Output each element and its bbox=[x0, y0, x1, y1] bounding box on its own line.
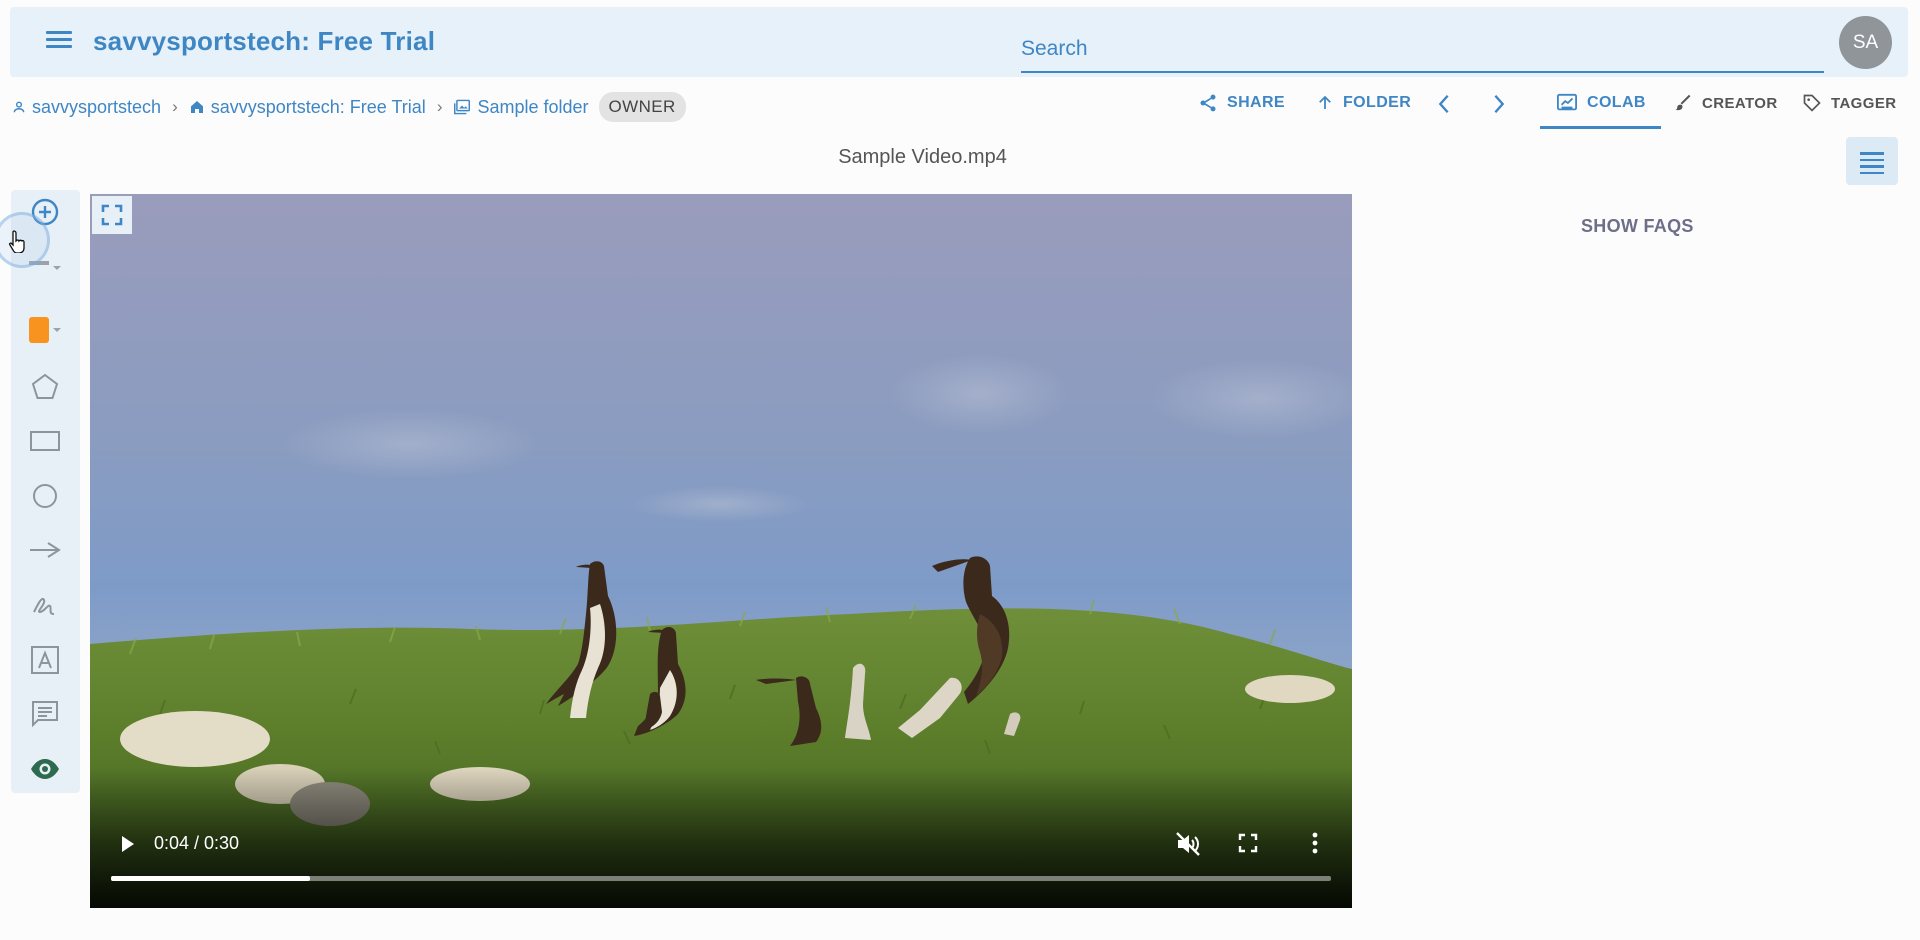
brush-icon bbox=[1675, 94, 1691, 111]
expand-icon[interactable] bbox=[92, 196, 132, 234]
circle-icon[interactable] bbox=[27, 478, 63, 514]
file-title: Sample Video.mp4 bbox=[838, 146, 1007, 168]
eye-icon[interactable] bbox=[27, 751, 63, 787]
breadcrumb: savvysportstech › savvysportstech: Free … bbox=[12, 92, 686, 122]
playback-time: 0:04 / 0:30 bbox=[154, 833, 240, 853]
breadcrumb-label: Sample folder bbox=[477, 96, 589, 117]
colab-icon bbox=[1557, 93, 1577, 111]
arrow-up-icon bbox=[1319, 95, 1331, 109]
play-icon[interactable] bbox=[112, 829, 142, 859]
tagger-label: TAGGER bbox=[1831, 94, 1897, 112]
chevron-right-icon: › bbox=[436, 97, 443, 116]
previous-button[interactable] bbox=[1436, 93, 1461, 115]
video-progress-fill bbox=[111, 876, 310, 881]
color-swatch[interactable] bbox=[27, 312, 63, 348]
arrow-icon[interactable] bbox=[27, 532, 63, 568]
search-input[interactable] bbox=[1021, 31, 1824, 67]
home-icon bbox=[190, 101, 203, 113]
share-label: SHARE bbox=[1227, 94, 1286, 111]
breadcrumb-item-folder[interactable]: Sample folder bbox=[453, 96, 589, 118]
next-button[interactable] bbox=[1491, 93, 1516, 115]
video-progress-bar[interactable] bbox=[111, 876, 1331, 881]
role-badge: OWNER bbox=[598, 92, 686, 122]
tab-tagger[interactable]: TAGGER bbox=[1802, 93, 1896, 113]
colab-label: COLAB bbox=[1587, 94, 1646, 111]
person-icon bbox=[13, 101, 25, 113]
user-avatar[interactable]: SA bbox=[1839, 16, 1892, 69]
breadcrumb-label: savvysportstech bbox=[32, 96, 162, 117]
chevron-right-icon: › bbox=[172, 97, 178, 116]
tag-icon bbox=[1803, 94, 1821, 112]
list-view-icon[interactable] bbox=[1846, 137, 1898, 185]
search-field bbox=[1021, 31, 1824, 73]
freehand-icon[interactable] bbox=[27, 587, 63, 623]
show-faqs-button[interactable]: SHOW FAQS bbox=[1581, 216, 1694, 237]
folder-up-button[interactable]: FOLDER bbox=[1316, 93, 1411, 113]
share-icon bbox=[1200, 94, 1216, 112]
annotation-toolbar bbox=[11, 190, 80, 793]
text-icon[interactable] bbox=[27, 642, 63, 678]
pentagon-icon[interactable] bbox=[27, 369, 63, 405]
tab-colab[interactable]: COLAB bbox=[1556, 93, 1646, 113]
active-tab-indicator bbox=[1540, 126, 1661, 129]
photo-library-icon bbox=[454, 99, 471, 115]
add-icon[interactable] bbox=[27, 194, 63, 230]
creator-label: CREATOR bbox=[1702, 94, 1778, 112]
breadcrumb-label: savvysportstech: Free Trial bbox=[210, 96, 426, 117]
more-options-icon[interactable] bbox=[1311, 831, 1319, 860]
video-player[interactable] bbox=[90, 194, 1352, 908]
chevron-right-icon bbox=[1494, 94, 1505, 114]
folder-label: FOLDER bbox=[1343, 94, 1412, 111]
breadcrumb-item-workspace[interactable]: savvysportstech: Free Trial bbox=[189, 97, 426, 118]
rectangle-icon[interactable] bbox=[27, 423, 63, 459]
fullscreen-icon[interactable] bbox=[1238, 833, 1258, 858]
share-button[interactable]: SHARE bbox=[1198, 93, 1285, 113]
line-style-icon[interactable] bbox=[27, 247, 63, 283]
tab-creator[interactable]: CREATOR bbox=[1673, 93, 1778, 113]
app-title[interactable]: savvysportstech: Free Trial bbox=[93, 26, 435, 57]
hamburger-menu-icon[interactable] bbox=[38, 27, 82, 57]
video-controls: 0:04 / 0:30 bbox=[90, 823, 1352, 863]
comment-icon[interactable] bbox=[27, 696, 63, 732]
breadcrumb-item-account[interactable]: savvysportstech bbox=[12, 97, 161, 118]
top-app-bar: savvysportstech: Free Trial SA bbox=[10, 7, 1908, 77]
muted-volume-icon[interactable] bbox=[1175, 831, 1201, 862]
chevron-left-icon bbox=[1438, 94, 1449, 114]
